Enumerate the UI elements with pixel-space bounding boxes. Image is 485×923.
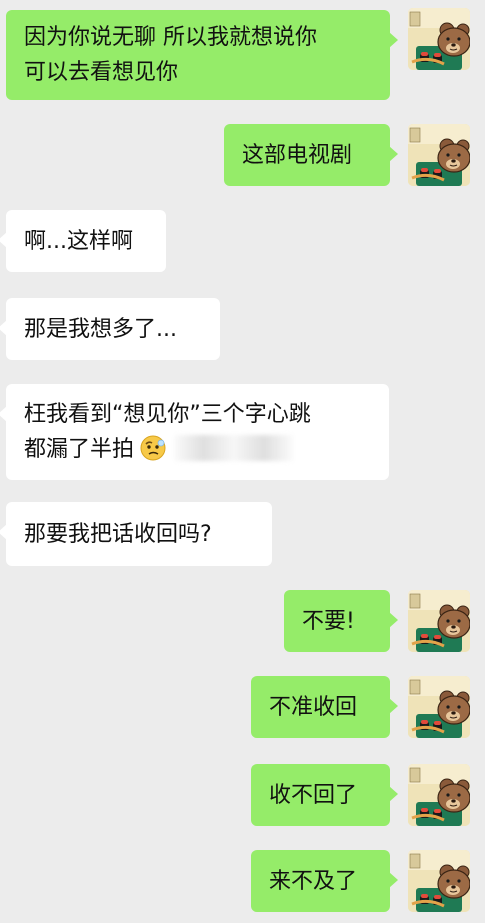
sent-message-bubble[interactable]: 来不及了 xyxy=(251,850,398,912)
message-text: 那要我把话收回吗? xyxy=(24,521,212,547)
bear-avatar-icon[interactable] xyxy=(408,8,470,70)
bear-avatar-icon[interactable] xyxy=(408,764,470,826)
received-message-bubble[interactable]: 啊...这样啊 xyxy=(0,210,166,272)
message-text: 不要! xyxy=(302,608,355,634)
bear-avatar-icon[interactable] xyxy=(408,676,470,738)
message-text: 收不回了 xyxy=(269,782,358,808)
message-line: 可以去看想见你 xyxy=(24,60,179,85)
sent-message-bubble[interactable]: 因为你说无聊 所以我就想说你 可以去看想见你 xyxy=(6,10,398,100)
message-line: 都漏了半拍 xyxy=(24,432,311,467)
bear-avatar-icon[interactable] xyxy=(408,850,470,912)
message-text: 枉我看到“想见你”三个字心跳 都漏了半拍 xyxy=(24,397,311,467)
message-text: 啊...这样啊 xyxy=(24,228,133,254)
message-text: 来不及了 xyxy=(269,868,358,894)
bear-avatar-icon[interactable] xyxy=(408,124,470,186)
bear-avatar-icon[interactable] xyxy=(408,590,470,652)
blurred-region xyxy=(174,435,295,461)
sent-message-bubble[interactable]: 不准收回 xyxy=(251,676,398,738)
message-text: 那是我想多了... xyxy=(24,316,177,342)
received-message-bubble[interactable]: 那要我把话收回吗? xyxy=(0,502,272,566)
message-text: 这部电视剧 xyxy=(242,142,353,168)
message-text: 不准收回 xyxy=(269,694,358,720)
confused-face-icon xyxy=(140,435,166,461)
received-message-bubble[interactable]: 枉我看到“想见你”三个字心跳 都漏了半拍 xyxy=(0,384,389,480)
sent-message-bubble[interactable]: 收不回了 xyxy=(251,764,398,826)
message-text: 因为你说无聊 所以我就想说你 可以去看想见你 xyxy=(24,20,317,90)
message-line: 枉我看到“想见你”三个字心跳 xyxy=(24,402,311,427)
sent-message-bubble[interactable]: 不要! xyxy=(284,590,398,652)
received-message-bubble[interactable]: 那是我想多了... xyxy=(0,298,220,360)
message-line: 因为你说无聊 所以我就想说你 xyxy=(24,25,317,50)
message-line-text: 都漏了半拍 xyxy=(24,437,135,462)
sent-message-bubble[interactable]: 这部电视剧 xyxy=(224,124,398,186)
